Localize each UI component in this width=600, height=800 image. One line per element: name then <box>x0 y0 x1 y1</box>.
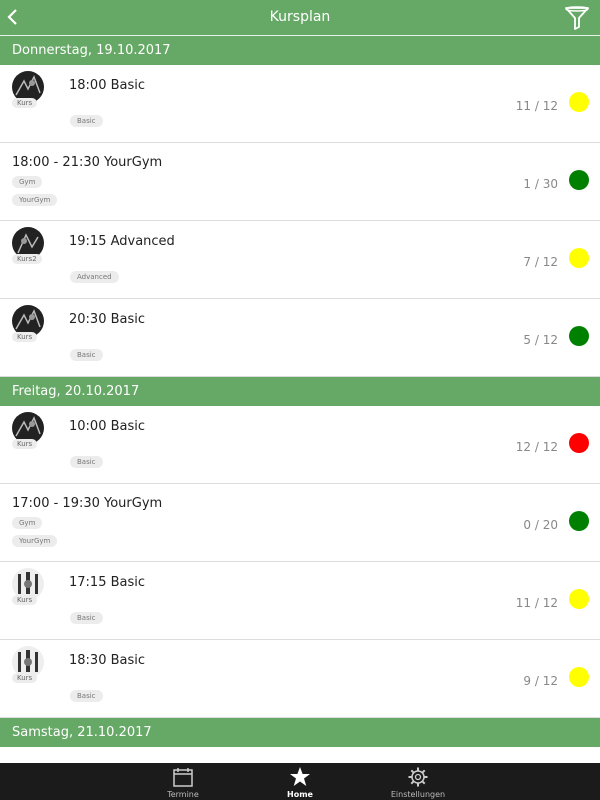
participant-count: 5 / 12 <box>523 333 558 347</box>
tab-label: Einstellungen <box>390 790 446 799</box>
avatar-tag: Kurs <box>12 595 38 605</box>
course-type-tag: Basic <box>70 456 103 468</box>
course-title: 18:30 Basic <box>69 653 146 668</box>
gym-name-tag: YourGym <box>12 194 58 206</box>
participant-count: 12 / 12 <box>515 440 558 454</box>
gym-tag: Gym <box>12 517 43 529</box>
participant-count: 9 / 12 <box>523 674 558 688</box>
filter-funnel-icon[interactable] <box>564 5 590 31</box>
gym-row[interactable]: 18:00 - 21:30 YourGym Gym YourGym 1 / 30 <box>0 143 600 221</box>
date-section-header: Freitag, 20.10.2017 <box>0 377 600 406</box>
availability-status-dot <box>569 511 589 531</box>
page-title: Kursplan <box>269 9 331 25</box>
bottom-tab-bar: Termine Home Einstellungen <box>0 763 600 800</box>
course-row[interactable]: Kurs 17:15 Basic Basic 11 / 12 <box>0 562 600 640</box>
avatar-tag: Kurs <box>12 98 38 108</box>
participant-count: 1 / 30 <box>523 177 558 191</box>
tab-label: Home <box>287 790 313 799</box>
gym-name-tag: YourGym <box>12 535 58 547</box>
availability-status-dot <box>569 248 589 268</box>
course-schedule-list[interactable]: Donnerstag, 19.10.2017 Kurs 18:00 Basic … <box>0 36 600 763</box>
date-section-header: Samstag, 21.10.2017 <box>0 718 600 747</box>
date-section-header: Donnerstag, 19.10.2017 <box>0 36 600 65</box>
course-title: 17:15 Basic <box>69 575 146 590</box>
avatar-tag: Kurs <box>12 439 38 449</box>
tab-home[interactable]: Home <box>260 763 340 800</box>
course-type-tag: Basic <box>70 115 103 127</box>
participant-count: 11 / 12 <box>515 596 558 610</box>
navigation-bar: Kursplan <box>0 0 600 35</box>
gym-tag: Gym <box>12 176 43 188</box>
tab-label: Termine <box>167 790 199 799</box>
gym-time-title: 18:00 - 21:30 YourGym <box>12 155 163 170</box>
availability-status-dot <box>569 589 589 609</box>
tab-termine[interactable]: Termine <box>143 763 223 800</box>
course-title: 10:00 Basic <box>69 419 146 434</box>
participant-count: 11 / 12 <box>515 99 558 113</box>
star-icon <box>290 767 310 786</box>
course-row[interactable]: Kurs 18:00 Basic Basic 11 / 12 <box>0 65 600 143</box>
availability-status-dot <box>569 170 589 190</box>
availability-status-dot <box>569 667 589 687</box>
avatar-tag: Kurs2 <box>12 254 42 264</box>
course-row[interactable]: Kurs 10:00 Basic Basic 12 / 12 <box>0 406 600 484</box>
calendar-icon <box>173 768 193 787</box>
avatar-tag: Kurs <box>12 332 38 342</box>
course-type-tag: Basic <box>70 349 103 361</box>
tab-einstellungen[interactable]: Einstellungen <box>378 763 458 800</box>
course-title: 20:30 Basic <box>69 312 146 327</box>
participant-count: 0 / 20 <box>523 518 558 532</box>
course-type-tag: Basic <box>70 690 103 702</box>
course-type-tag: Basic <box>70 612 103 624</box>
gym-time-title: 17:00 - 19:30 YourGym <box>12 496 163 511</box>
gear-icon <box>408 767 428 787</box>
participant-count: 7 / 12 <box>523 255 558 269</box>
availability-status-dot <box>569 433 589 453</box>
course-title: 19:15 Advanced <box>69 234 175 249</box>
availability-status-dot <box>569 92 589 112</box>
gym-row[interactable]: 17:00 - 19:30 YourGym Gym YourGym 0 / 20 <box>0 484 600 562</box>
course-row[interactable]: Kurs 20:30 Basic Basic 5 / 12 <box>0 299 600 377</box>
course-type-tag: Advanced <box>70 271 119 283</box>
availability-status-dot <box>569 326 589 346</box>
course-row[interactable]: Kurs 18:30 Basic Basic 9 / 12 <box>0 640 600 718</box>
course-title: 18:00 Basic <box>69 78 146 93</box>
course-row[interactable]: Kurs2 19:15 Advanced Advanced 7 / 12 <box>0 221 600 299</box>
avatar-tag: Kurs <box>12 673 38 683</box>
